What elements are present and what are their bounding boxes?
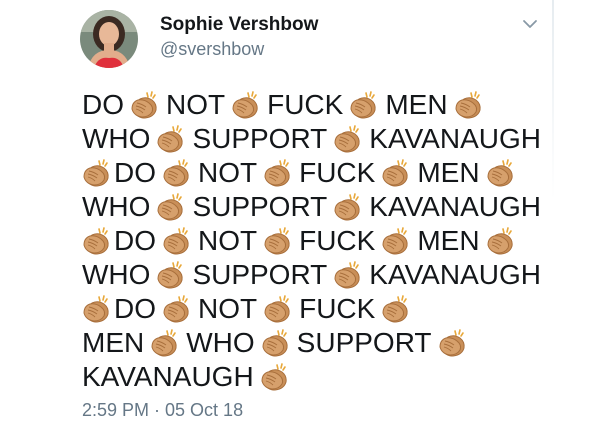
clapping-hands-icon xyxy=(162,159,192,187)
tweet-word: FUCK xyxy=(299,157,376,188)
tweet-word: KAVANAUGH xyxy=(369,259,541,290)
avatar[interactable] xyxy=(80,10,138,68)
tweet-word: MEN xyxy=(385,89,448,120)
author-display-name[interactable]: Sophie Vershbow xyxy=(160,14,318,36)
chevron-down-icon[interactable] xyxy=(520,14,540,34)
tweet-word: DO xyxy=(114,293,156,324)
clapping-hands-icon xyxy=(82,227,112,255)
tweet-word: WHO xyxy=(82,123,151,154)
tweet-line: DO NOT FUCK MEN xyxy=(82,88,552,122)
tweet-word: MEN xyxy=(82,327,145,358)
clapping-hands-icon xyxy=(162,295,192,323)
tweet-word: NOT xyxy=(198,225,258,256)
clapping-hands-icon xyxy=(162,227,192,255)
tweet-word: SUPPORT xyxy=(296,327,432,358)
tweet-line: WHO SUPPORT KAVANAUGH xyxy=(82,258,552,292)
clapping-hands-icon xyxy=(82,159,112,187)
tweet-word: NOT xyxy=(198,293,258,324)
tweet-word: DO xyxy=(114,157,156,188)
clapping-hands-icon xyxy=(82,295,112,323)
clapping-hands-icon xyxy=(486,227,516,255)
clapping-hands-icon xyxy=(263,159,293,187)
tweet-word: KAVANAUGH xyxy=(369,123,541,154)
clapping-hands-icon xyxy=(438,329,468,357)
clapping-hands-icon xyxy=(486,159,516,187)
tweet-word: WHO xyxy=(186,327,255,358)
clapping-hands-icon xyxy=(263,227,293,255)
tweet-word: SUPPORT xyxy=(192,259,328,290)
author-handle[interactable]: @svershbow xyxy=(160,39,264,60)
clapping-hands-icon xyxy=(333,261,363,289)
tweet-word: MEN xyxy=(417,225,480,256)
tweet-word: MEN xyxy=(417,157,480,188)
tweet-word: FUCK xyxy=(299,293,376,324)
clapping-hands-icon xyxy=(156,261,186,289)
clapping-hands-icon xyxy=(260,363,290,391)
tweet-line: WHO SUPPORT KAVANAUGH xyxy=(82,190,552,224)
tweet-text: DO NOT FUCK MEN WHO SUPPORT KAVANAUGH DO NOT FUCK… xyxy=(82,88,552,394)
tweet-word: SUPPORT xyxy=(192,191,328,222)
clapping-hands-icon xyxy=(381,295,411,323)
tweet-line: DO NOT FUCK MEN xyxy=(82,156,552,190)
tweet-word: FUCK xyxy=(299,225,376,256)
tweet-word: NOT xyxy=(166,89,226,120)
clapping-hands-icon xyxy=(333,125,363,153)
clapping-hands-icon xyxy=(333,193,363,221)
tweet-line: DO NOT FUCK xyxy=(82,292,552,326)
tweet-line: MEN WHO SUPPORT xyxy=(82,326,552,360)
tweet-word: WHO xyxy=(82,259,151,290)
tweet-word: KAVANAUGH xyxy=(369,191,541,222)
tweet-word: NOT xyxy=(198,157,258,188)
clapping-hands-icon xyxy=(381,227,411,255)
tweet-word: KAVANAUGH xyxy=(82,361,254,392)
clapping-hands-icon xyxy=(156,125,186,153)
tweet-word: DO xyxy=(82,89,124,120)
clapping-hands-icon xyxy=(263,295,293,323)
clapping-hands-icon xyxy=(156,193,186,221)
card-border xyxy=(552,0,554,200)
tweet-timestamp[interactable]: 2:59 PM · 05 Oct 18 xyxy=(82,400,243,421)
clapping-hands-icon xyxy=(261,329,291,357)
clapping-hands-icon xyxy=(150,329,180,357)
clapping-hands-icon xyxy=(381,159,411,187)
tweet-line: KAVANAUGH xyxy=(82,360,552,394)
clapping-hands-icon xyxy=(454,91,484,119)
tweet-line: WHO SUPPORT KAVANAUGH xyxy=(82,122,552,156)
tweet-word: DO xyxy=(114,225,156,256)
tweet-word: FUCK xyxy=(267,89,344,120)
clapping-hands-icon xyxy=(130,91,160,119)
clapping-hands-icon xyxy=(349,91,379,119)
tweet-word: SUPPORT xyxy=(192,123,328,154)
tweet-line: DO NOT FUCK MEN xyxy=(82,224,552,258)
tweet-card: Sophie Vershbow @svershbow DO NOT FUCK MEN W… xyxy=(0,0,602,442)
clapping-hands-icon xyxy=(231,91,261,119)
tweet-word: WHO xyxy=(82,191,151,222)
